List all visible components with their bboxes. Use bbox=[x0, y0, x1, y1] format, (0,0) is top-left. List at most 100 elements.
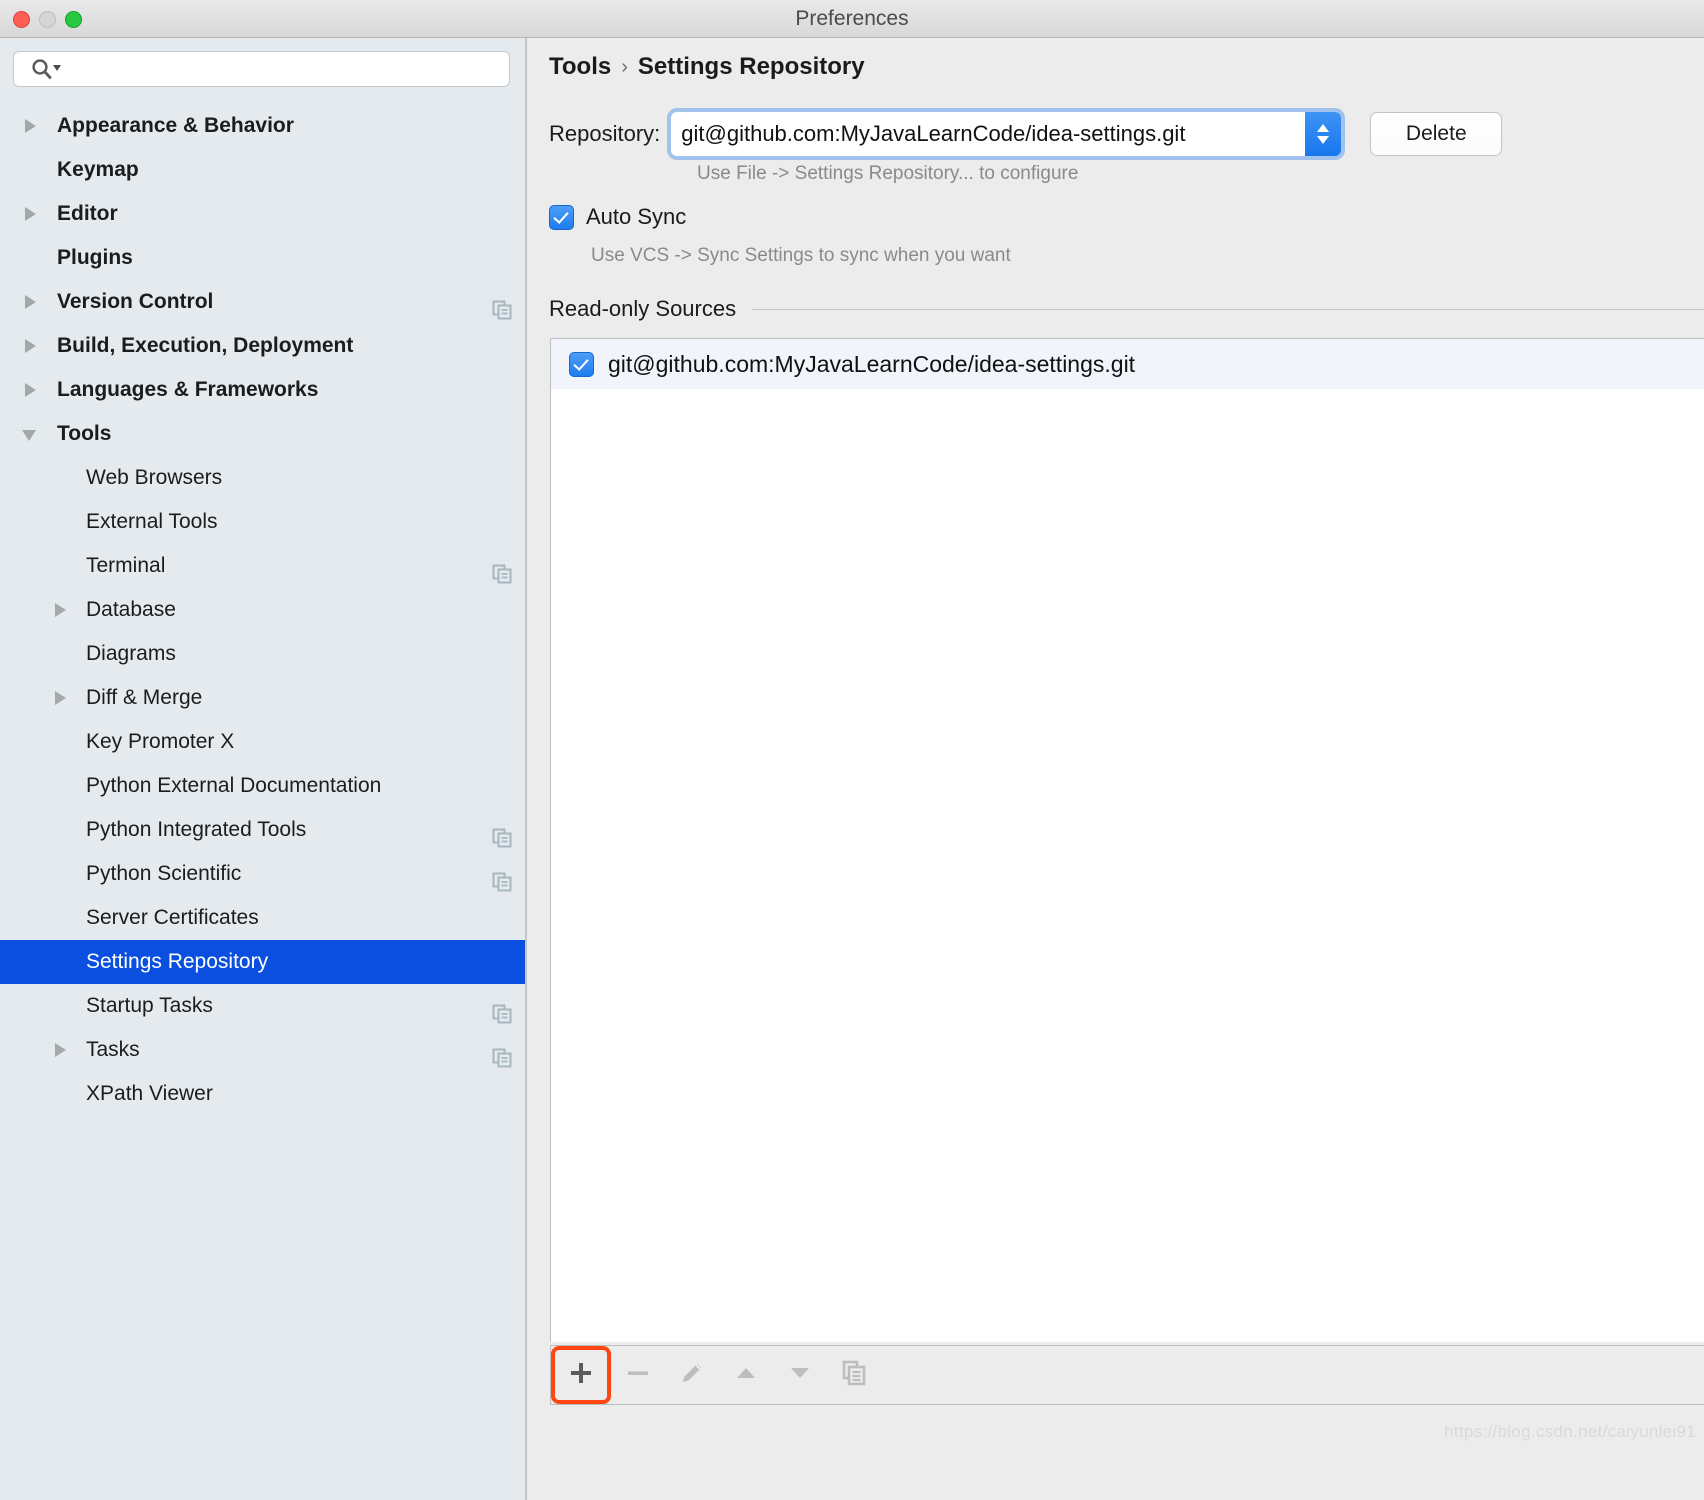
disclosure-triangle-right-icon[interactable] bbox=[25, 339, 36, 353]
sidebar-item-languages-frameworks[interactable]: Languages & Frameworks bbox=[0, 368, 525, 412]
list-item[interactable]: git@github.com:MyJavaLearnCode/idea-sett… bbox=[551, 339, 1704, 389]
sidebar-item-label: Languages & Frameworks bbox=[57, 378, 319, 401]
copy-icon bbox=[492, 864, 512, 892]
watermark-text: https://blog.csdn.net/caiyunlei91 bbox=[1444, 1422, 1696, 1441]
arrow-down-button bbox=[773, 1347, 827, 1403]
breadcrumb-parent[interactable]: Tools bbox=[549, 53, 611, 81]
sidebar-item-editor[interactable]: Editor bbox=[0, 192, 525, 236]
sidebar-item-version-control[interactable]: Version Control bbox=[0, 280, 525, 324]
read-only-sources-list[interactable]: git@github.com:MyJavaLearnCode/idea-sett… bbox=[550, 338, 1704, 1342]
copy-icon bbox=[492, 556, 512, 584]
sidebar-item-python-external-documentation[interactable]: Python External Documentation bbox=[0, 764, 525, 808]
settings-sidebar: Appearance & Behavior Keymap Editor Plugins… bbox=[0, 38, 527, 1500]
sidebar-item-label: Python Scientific bbox=[86, 862, 242, 885]
sidebar-item-label: Database bbox=[86, 598, 176, 621]
sidebar-item-label: Python Integrated Tools bbox=[86, 818, 307, 841]
breadcrumb: Tools › Settings Repository bbox=[549, 53, 865, 81]
disclosure-triangle-right-icon[interactable] bbox=[55, 603, 66, 617]
sidebar-item-label: Diff & Merge bbox=[86, 686, 203, 709]
sidebar-item-label: Terminal bbox=[86, 554, 166, 577]
repository-label: Repository: bbox=[549, 121, 661, 146]
copy-icon bbox=[492, 1040, 512, 1068]
plus-icon bbox=[568, 1360, 594, 1391]
sidebar-item-label: Tasks bbox=[86, 1038, 140, 1061]
auto-sync-row[interactable]: Auto Sync bbox=[549, 204, 686, 230]
close-button[interactable] bbox=[13, 11, 30, 28]
window-title: Preferences bbox=[795, 7, 909, 30]
disclosure-triangle-right-icon[interactable] bbox=[25, 119, 36, 133]
section-divider bbox=[752, 308, 1704, 310]
minus-icon bbox=[625, 1360, 651, 1391]
pencil-edit-button bbox=[665, 1347, 719, 1403]
list-toolbar bbox=[550, 1345, 1704, 1405]
delete-button[interactable]: Delete bbox=[1370, 112, 1503, 156]
sidebar-item-label: XPath Viewer bbox=[86, 1082, 213, 1105]
sidebar-item-label: Plugins bbox=[57, 246, 133, 269]
combobox-stepper-icon[interactable] bbox=[1305, 112, 1342, 156]
disclosure-triangle-right-icon[interactable] bbox=[25, 295, 36, 309]
disclosure-triangle-right-icon[interactable] bbox=[25, 207, 36, 221]
sidebar-item-key-promoter-x[interactable]: Key Promoter X bbox=[0, 720, 525, 764]
arrow-up-button bbox=[719, 1347, 773, 1403]
sidebar-item-plugins[interactable]: Plugins bbox=[0, 236, 525, 280]
settings-detail-panel: Tools › Settings Repository Repository: … bbox=[529, 38, 1704, 1500]
sidebar-item-terminal[interactable]: Terminal bbox=[0, 544, 525, 588]
preferences-window: Preferences Appearance & Behavior Keymap E… bbox=[0, 0, 1704, 1500]
sidebar-item-external-tools[interactable]: External Tools bbox=[0, 500, 525, 544]
source-url-text: git@github.com:MyJavaLearnCode/idea-sett… bbox=[608, 350, 1136, 377]
sidebar-item-server-certificates[interactable]: Server Certificates bbox=[0, 896, 525, 940]
repository-row: Repository: git@github.com:MyJavaLearnCo… bbox=[549, 111, 1503, 157]
sidebar-item-label: Diagrams bbox=[86, 642, 176, 665]
copy-icon bbox=[492, 996, 512, 1024]
traffic-light-buttons bbox=[13, 11, 82, 28]
sidebar-item-diff-merge[interactable]: Diff & Merge bbox=[0, 676, 525, 720]
sidebar-item-label: Editor bbox=[57, 202, 118, 225]
arrow-up-icon bbox=[733, 1360, 759, 1391]
sidebar-item-python-scientific[interactable]: Python Scientific bbox=[0, 852, 525, 896]
sidebar-item-tools[interactable]: Tools bbox=[0, 412, 525, 456]
sidebar-item-web-browsers[interactable]: Web Browsers bbox=[0, 456, 525, 500]
sidebar-item-label: Tools bbox=[57, 422, 112, 445]
sidebar-item-label: Build, Execution, Deployment bbox=[57, 334, 354, 357]
sidebar-item-build-execution-deployment[interactable]: Build, Execution, Deployment bbox=[0, 324, 525, 368]
auto-sync-hint: Use VCS -> Sync Settings to sync when yo… bbox=[591, 245, 1011, 266]
pencil-edit-icon bbox=[679, 1360, 705, 1391]
sidebar-item-startup-tasks[interactable]: Startup Tasks bbox=[0, 984, 525, 1028]
minimize-button[interactable] bbox=[39, 11, 56, 28]
sidebar-item-settings-repository[interactable]: Settings Repository bbox=[0, 940, 525, 984]
sidebar-item-tasks[interactable]: Tasks bbox=[0, 1028, 525, 1072]
disclosure-triangle-right-icon[interactable] bbox=[55, 691, 66, 705]
breadcrumb-separator-icon: › bbox=[621, 55, 628, 78]
disclosure-triangle-right-icon[interactable] bbox=[55, 1043, 66, 1057]
plus-button[interactable] bbox=[551, 1346, 611, 1404]
sidebar-item-xpath-viewer[interactable]: XPath Viewer bbox=[0, 1072, 525, 1116]
chevron-up-icon bbox=[1317, 124, 1330, 132]
sidebar-item-label: Keymap bbox=[57, 158, 139, 181]
minus-button bbox=[611, 1347, 665, 1403]
disclosure-triangle-down-icon[interactable] bbox=[22, 430, 36, 441]
sidebar-item-label: Key Promoter X bbox=[86, 730, 235, 753]
disclosure-triangle-right-icon[interactable] bbox=[25, 383, 36, 397]
sidebar-item-diagrams[interactable]: Diagrams bbox=[0, 632, 525, 676]
sidebar-item-label: Python External Documentation bbox=[86, 774, 382, 797]
copy-icon bbox=[492, 292, 512, 320]
sidebar-item-appearance-behavior[interactable]: Appearance & Behavior bbox=[0, 104, 525, 148]
zoom-button[interactable] bbox=[65, 11, 82, 28]
arrow-down-icon bbox=[787, 1360, 813, 1391]
chevron-down-icon bbox=[1317, 136, 1330, 144]
auto-sync-checkbox[interactable] bbox=[549, 204, 574, 230]
search-input[interactable] bbox=[13, 51, 510, 87]
sidebar-item-label: Web Browsers bbox=[86, 466, 223, 489]
repository-value[interactable]: git@github.com:MyJavaLearnCode/idea-sett… bbox=[671, 121, 1305, 147]
repository-combobox[interactable]: git@github.com:MyJavaLearnCode/idea-sett… bbox=[670, 111, 1343, 157]
sidebar-item-database[interactable]: Database bbox=[0, 588, 525, 632]
sidebar-item-keymap[interactable]: Keymap bbox=[0, 148, 525, 192]
source-checkbox[interactable] bbox=[569, 351, 594, 377]
sidebar-item-label: Server Certificates bbox=[86, 906, 259, 929]
settings-tree: Appearance & Behavior Keymap Editor Plugins… bbox=[0, 104, 525, 1116]
auto-sync-label: Auto Sync bbox=[586, 204, 687, 229]
breadcrumb-current: Settings Repository bbox=[637, 53, 865, 80]
read-only-sources-title: Read-only Sources bbox=[549, 296, 737, 321]
sidebar-item-label: Startup Tasks bbox=[86, 994, 213, 1017]
sidebar-item-python-integrated-tools[interactable]: Python Integrated Tools bbox=[0, 808, 525, 852]
